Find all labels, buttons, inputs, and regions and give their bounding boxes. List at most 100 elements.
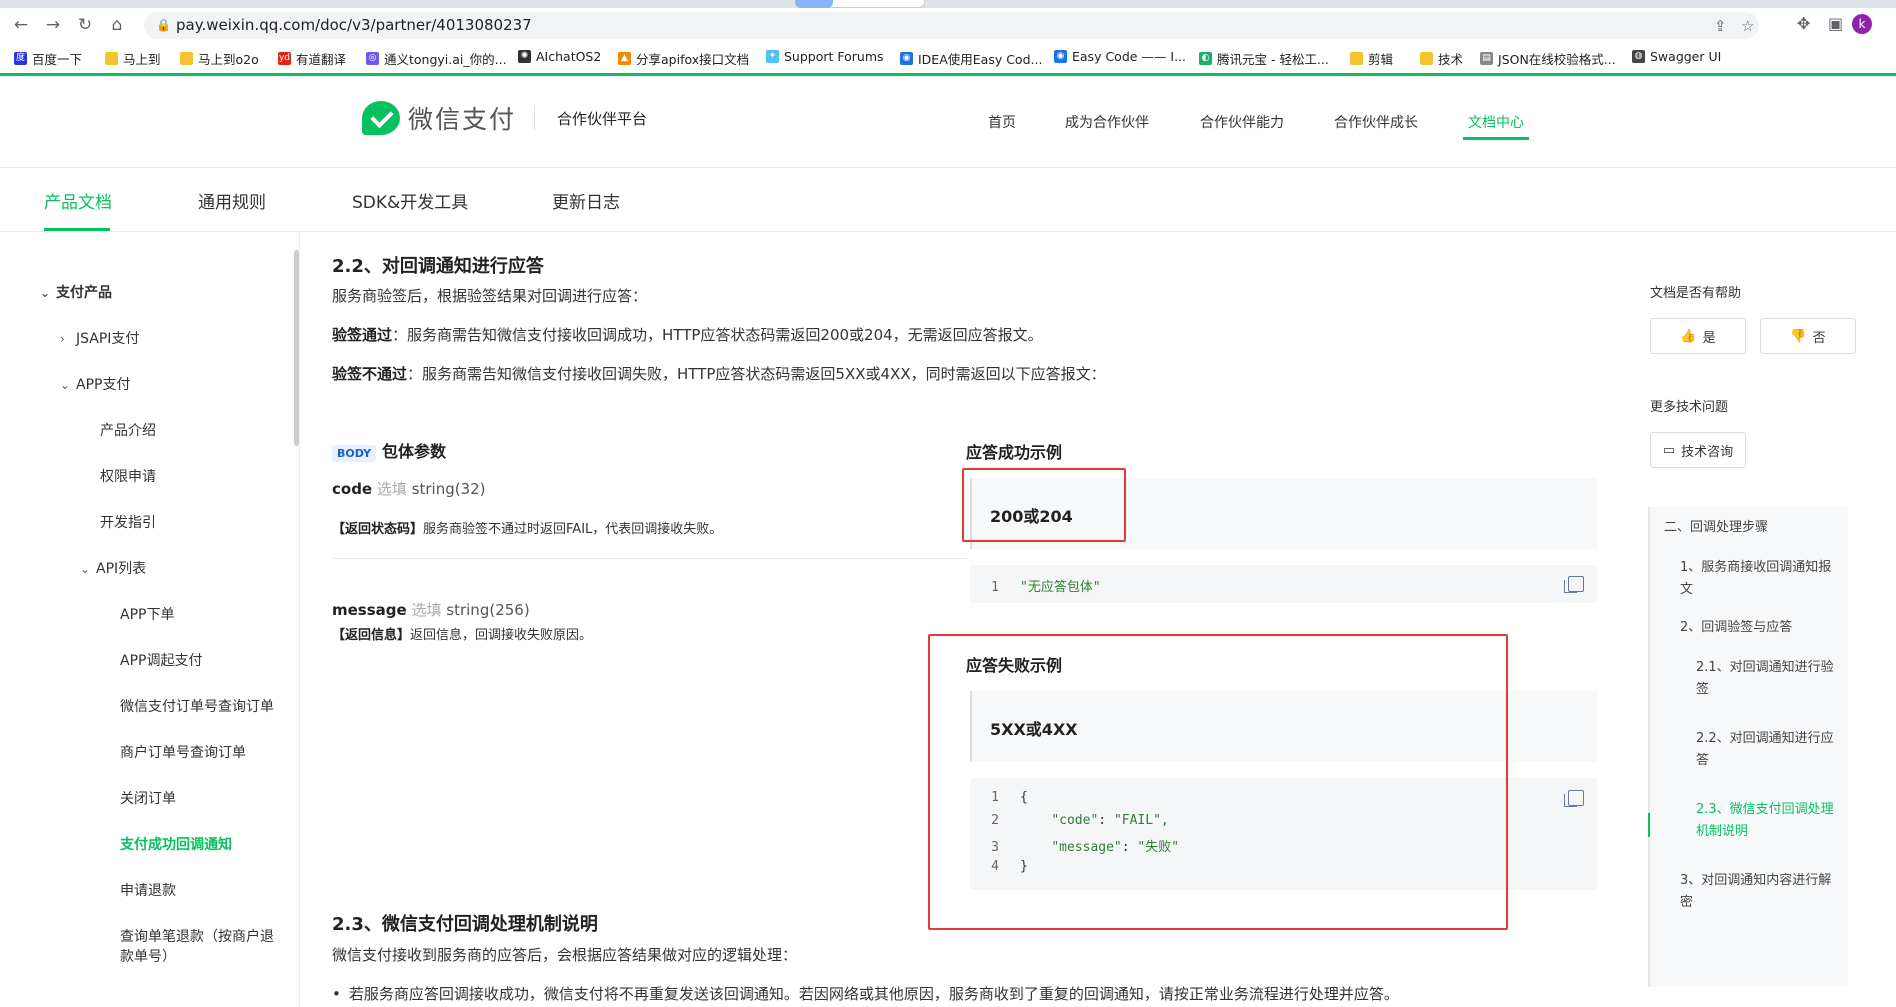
p-2-3: 微信支付接收到服务商的应答后，会根据应答结果做对应的逻辑处理： [332, 946, 798, 964]
topnav-doc-center[interactable]: 文档中心 [1468, 112, 1524, 132]
doc-sidebar: ⌄ 支付产品 › JSAPI支付 ⌄ APP支付 产品介绍 权限申请 开发指引 ⌄ AP… [0, 232, 300, 1007]
tab-strip [0, 0, 1896, 8]
chevron-down-icon: ⌄ [40, 286, 51, 300]
bookmark-item[interactable]: ✺ AIchatOS2 [518, 49, 601, 64]
sidebar-item-jsapi[interactable]: › JSAPI支付 [60, 328, 139, 348]
sidebar-item-query-by-outno[interactable]: 商户订单号查询订单 [120, 742, 246, 762]
sidebar-item-refund[interactable]: 申请退款 [120, 880, 176, 900]
topnav-partner-growth[interactable]: 合作伙伴成长 [1334, 112, 1418, 132]
avatar[interactable]: k [1852, 14, 1872, 34]
bookmark-item[interactable]: 马上到 [105, 49, 161, 68]
bookmark-item[interactable]: 剪辑 [1350, 49, 1393, 68]
toc-active-indicator [1648, 813, 1650, 837]
code-line: 1 "无应答包体" [991, 580, 1101, 595]
param-message: message 选填 string(256) [332, 601, 530, 619]
bookmark-item[interactable]: ▲ 分享apifox接口文档 [618, 49, 749, 68]
toc-item[interactable]: 2、回调验签与应答 [1680, 617, 1844, 639]
swagger-icon: ◍ [1632, 50, 1645, 63]
sidebar-item-query-refund[interactable]: 查询单笔退款（按商户退 款单号） [120, 926, 274, 966]
bookmark-item[interactable]: ✦ Support Forums [766, 49, 884, 64]
topnav-active-indicator [1463, 137, 1529, 140]
forum-icon: ✦ [766, 50, 779, 63]
sidebar-item-permission[interactable]: 权限申请 [100, 466, 156, 486]
wechat-pay-logo-icon [362, 101, 400, 135]
toc-item[interactable]: 2.1、对回调通知进行验签 [1696, 657, 1844, 701]
sidebar-item-pay-products[interactable]: ⌄ 支付产品 [40, 282, 112, 302]
extensions-icon[interactable]: ✥ [1797, 14, 1810, 33]
tab-sdk-tools[interactable]: SDK&开发工具 [352, 188, 468, 213]
copy-icon[interactable] [1564, 576, 1584, 593]
tab-general-rules[interactable]: 通用规则 [198, 188, 266, 213]
home-icon[interactable]: ⌂ [106, 14, 128, 36]
param-message-desc: 【返回信息】返回信息，回调接收失败原因。 [332, 628, 593, 643]
toc-item[interactable]: 1、服务商接收回调通知报文 [1680, 557, 1844, 601]
share-icon[interactable]: ⇪ [1714, 17, 1727, 35]
helpful-no-button[interactable]: 👎 否 [1760, 318, 1856, 354]
topnav-become-partner[interactable]: 成为合作伙伴 [1065, 112, 1149, 132]
sidebar-item-app-invoke[interactable]: APP调起支付 [120, 650, 202, 670]
fail-text: 验签不通过：服务商需告知微信支付接收回调失败，HTTP应答状态码需返回5XX或4… [332, 365, 1106, 383]
star-icon[interactable]: ☆ [1741, 17, 1754, 35]
helpful-yes-button[interactable]: 👍 是 [1650, 318, 1746, 354]
helpful-label: 文档是否有帮助 [1650, 286, 1742, 301]
topnav-partner-ability[interactable]: 合作伙伴能力 [1200, 112, 1284, 132]
toc-item[interactable]: 2.2、对回调通知进行应答 [1696, 728, 1844, 772]
bookmark-item[interactable]: 马上到o2o [180, 49, 259, 68]
body-params-title: BODY 包体参数 [332, 438, 446, 462]
toc-track [1648, 507, 1650, 987]
sidebar-item-app-pay[interactable]: ⌄ APP支付 [60, 374, 130, 394]
sidebar-scrollbar[interactable] [294, 250, 299, 446]
bookmark-item[interactable]: yd 有道翻译 [278, 49, 346, 68]
sidepanel-icon[interactable]: ▣ [1828, 14, 1843, 33]
heading-2-3: 2.3、微信支付回调处理机制说明 [332, 914, 598, 935]
bullet-item: 若服务商应答回调接收成功，微信支付将不再重复发送该回调通知。若因网络或其他原因，… [332, 983, 1399, 1004]
easycode-icon: ◉ [1054, 50, 1067, 63]
topnav-home[interactable]: 首页 [988, 112, 1016, 132]
back-icon[interactable]: ← [10, 14, 32, 36]
browser-toolbar: ← → ↻ ⌂ 🔒 pay.weixin.qq.com/doc/v3/partn… [0, 8, 1896, 40]
bookmark-item[interactable]: ◉ IDEA使用Easy Cod... [900, 49, 1042, 68]
logo[interactable]: 微信支付 合作伙伴平台 [362, 100, 647, 136]
more-questions-label: 更多技术问题 [1650, 400, 1729, 415]
sidebar-item-close-order[interactable]: 关闭订单 [120, 788, 176, 808]
bookmark-item[interactable]: 技术 [1420, 49, 1463, 68]
chevron-right-icon: › [60, 332, 65, 346]
sidebar-item-app-order[interactable]: APP下单 [120, 604, 174, 624]
sidebar-item-dev-guide[interactable]: 开发指引 [100, 512, 156, 532]
param-code: code 选填 string(32) [332, 480, 486, 498]
site-header: 微信支付 合作伙伴平台 首页 成为合作伙伴 合作伙伴能力 合作伙伴成长 文档中心 [0, 76, 1896, 168]
pass-text: 验签通过：服务商需告知微信支付接收回调成功，HTTP应答状态码需返回200或20… [332, 326, 1043, 344]
reload-icon[interactable]: ↻ [74, 14, 96, 36]
tab-changelog[interactable]: 更新日志 [552, 188, 620, 213]
success-code-block: 1 "无应答包体" [970, 565, 1597, 603]
bookmark-item[interactable]: 度百度一下 [14, 49, 82, 68]
bookmark-item[interactable]: ◉ Easy Code —— I... [1054, 49, 1186, 64]
highlight-box-fail [928, 634, 1508, 930]
bookmark-item[interactable]: ▤ JSON在线校验格式... [1480, 49, 1616, 68]
right-panel: 文档是否有帮助 👍 是 👎 否 更多技术问题 ▭ 技术咨询 二、回调处理步骤 1、服务… [1640, 232, 1896, 1007]
folder-icon [180, 52, 193, 65]
forward-icon[interactable]: → [42, 14, 64, 36]
address-bar[interactable]: 🔒 pay.weixin.qq.com/doc/v3/partner/40130… [144, 12, 1759, 39]
copy-icon[interactable] [1564, 790, 1584, 807]
bookmark-item[interactable]: ◐ 腾讯元宝 - 轻松工... [1199, 49, 1329, 68]
sidebar-item-query-by-txid[interactable]: 微信支付订单号查询订单 [120, 696, 274, 716]
bookmark-item[interactable]: ◍ Swagger UI [1632, 49, 1721, 64]
toc-item[interactable]: 二、回调处理步骤 [1664, 517, 1844, 539]
param-divider [332, 558, 967, 559]
toc-item-active[interactable]: 2.3、微信支付回调处理机制说明 [1696, 799, 1844, 843]
sidebar-item-api-list[interactable]: ⌄ API列表 [80, 558, 146, 578]
bookmark-item[interactable]: ◎ 通义tongyi.ai_你的... [366, 49, 507, 68]
tab-product-docs[interactable]: 产品文档 [44, 188, 112, 213]
doc-subnav: 产品文档 通用规则 SDK&开发工具 更新日志 [0, 168, 1896, 232]
yuanbao-icon: ◐ [1199, 52, 1212, 65]
toc-item[interactable]: 3、对回调通知内容进行解密 [1680, 870, 1844, 914]
folder-icon [1350, 52, 1363, 65]
idea-icon: ◉ [900, 52, 913, 65]
thumbs-up-icon: 👍 [1680, 328, 1697, 344]
sidebar-item-intro[interactable]: 产品介绍 [100, 420, 156, 440]
highlight-box-success [962, 468, 1126, 542]
table-of-contents: 二、回调处理步骤 1、服务商接收回调通知报文 2、回调验签与应答 2.1、对回调… [1648, 507, 1848, 987]
tech-consult-button[interactable]: ▭ 技术咨询 [1650, 432, 1746, 468]
sidebar-item-pay-notify[interactable]: 支付成功回调通知 [120, 834, 232, 854]
